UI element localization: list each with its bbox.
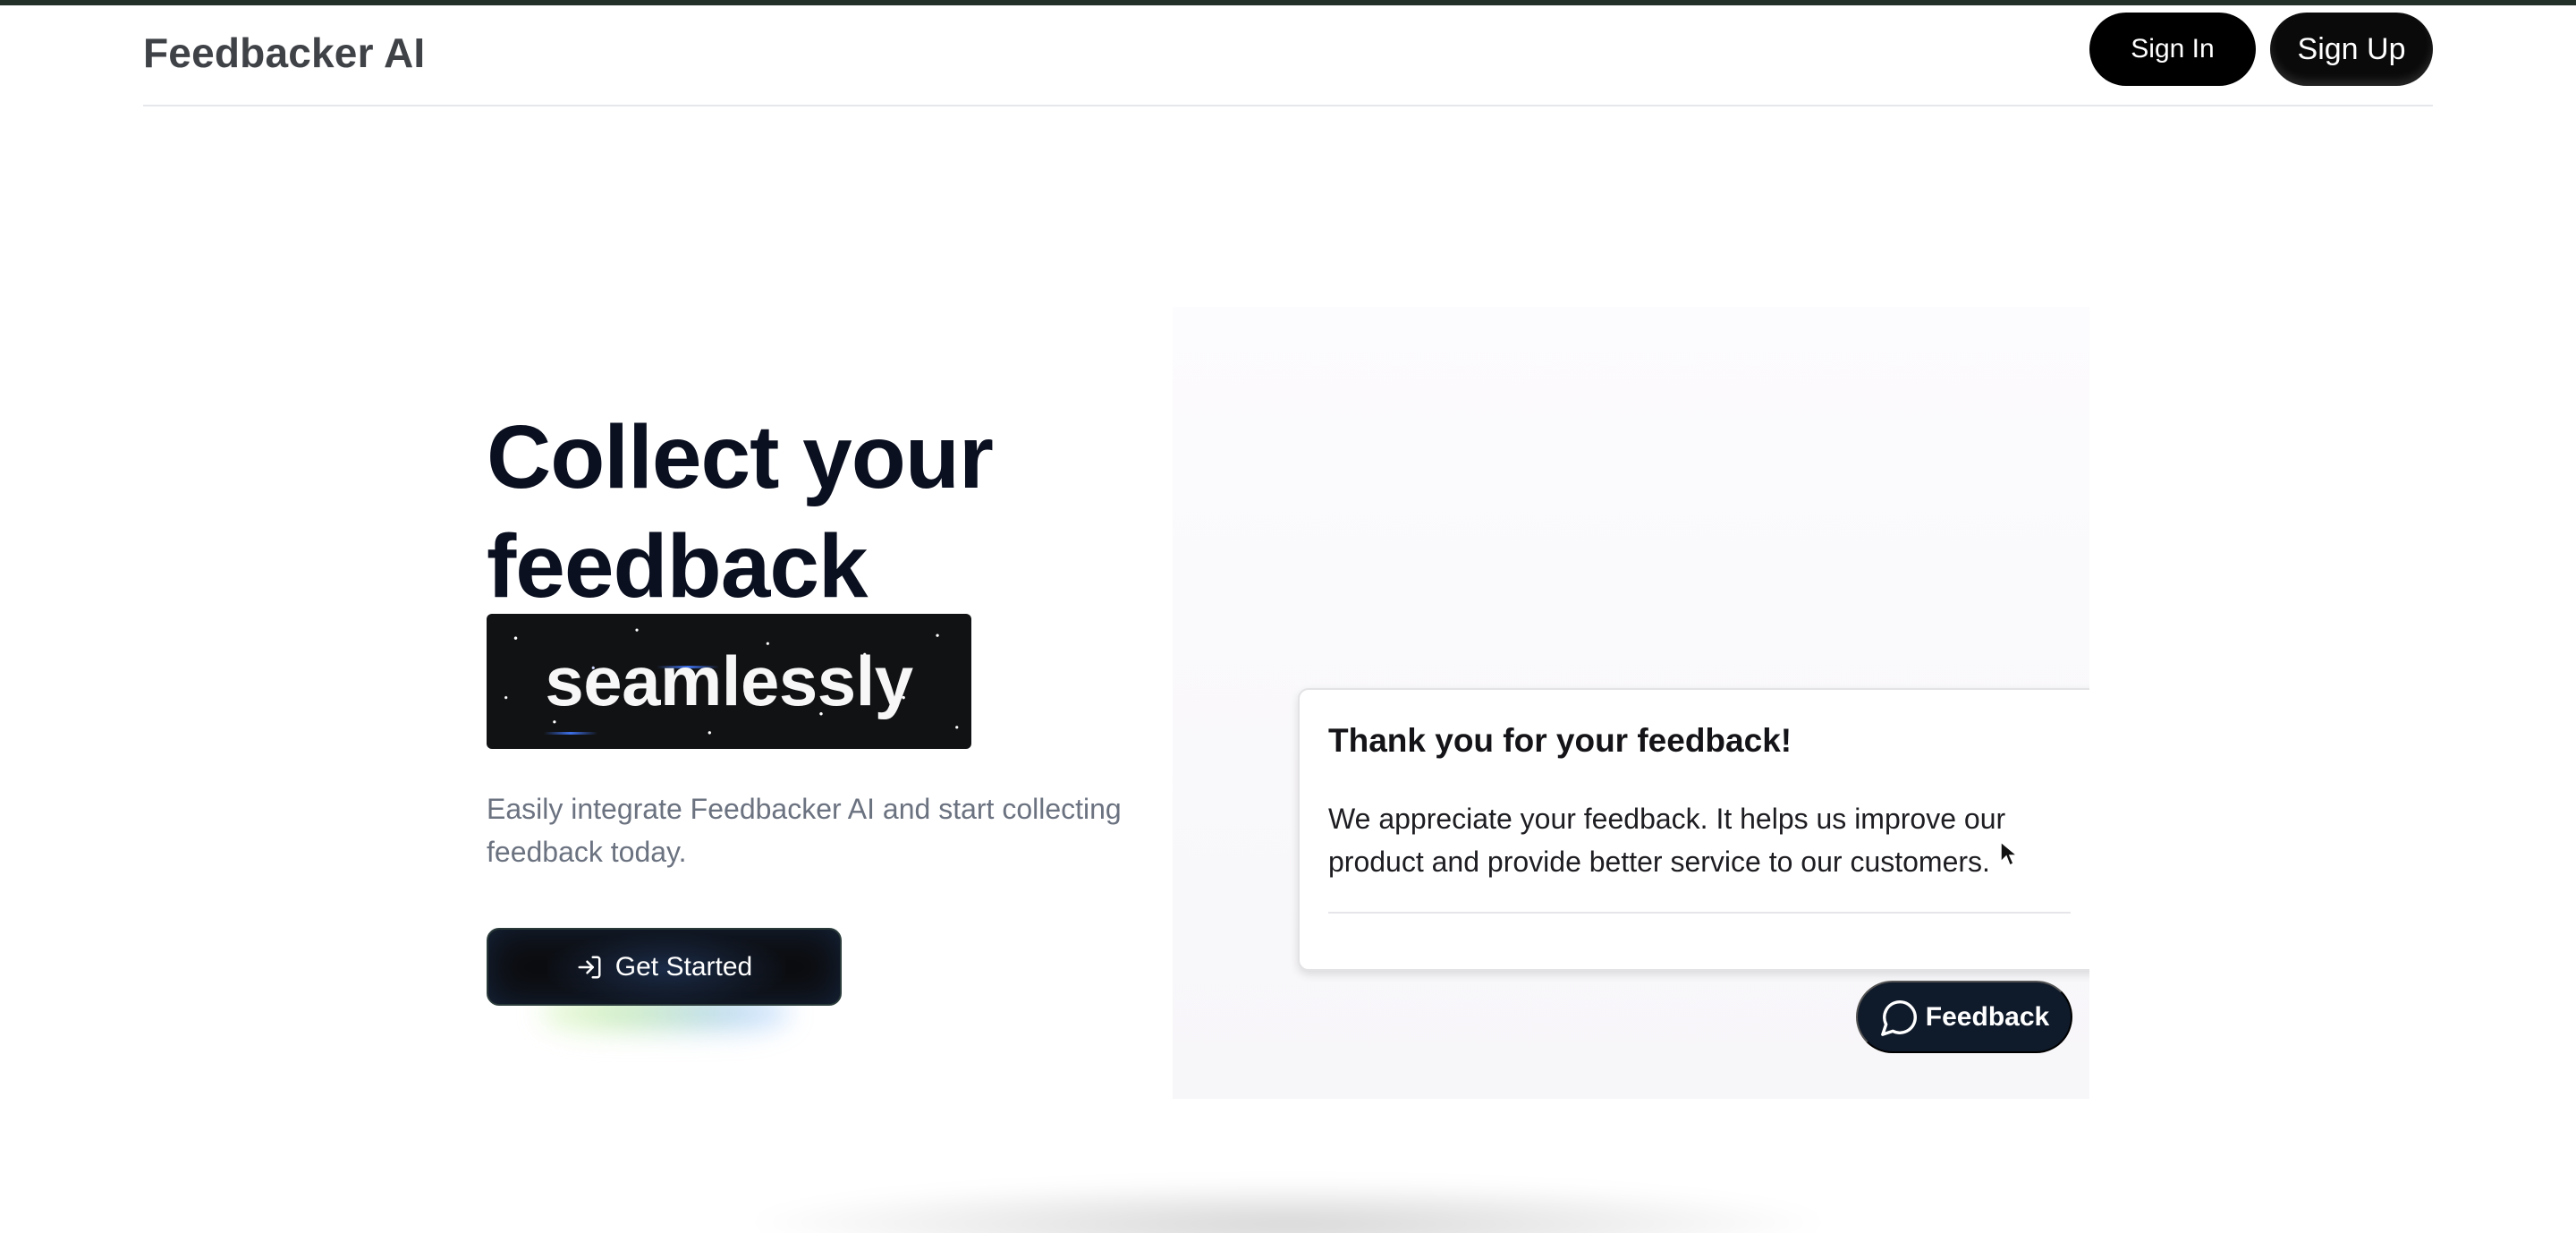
headline-line-1: Collect your — [487, 407, 994, 507]
get-started-label: Get Started — [614, 951, 753, 982]
headline-line-2: feedback — [487, 516, 869, 616]
confirmation-message: We appreciate your feedback. It helps us… — [1328, 803, 2006, 878]
get-started-button[interactable]: Get Started — [487, 928, 842, 1006]
highlight-word: seamlessly — [545, 642, 913, 720]
brand-logo-text[interactable]: Feedbacker AI — [143, 29, 425, 77]
card-divider — [1328, 912, 2071, 914]
highlight-word-box: seamlessly — [487, 614, 971, 749]
sign-up-button[interactable]: Sign Up — [2270, 13, 2433, 86]
speech-bubble-icon — [1880, 999, 1917, 1036]
confirmation-title: Thank you for your feedback! — [1328, 722, 1792, 759]
hero-headline: Collect your feedback — [487, 403, 1184, 621]
mouse-cursor-icon — [2000, 840, 2019, 867]
hero-heading: Collect your feedback — [487, 403, 1184, 621]
sign-in-button[interactable]: Sign In — [2089, 13, 2256, 86]
widget-preview: Thank you for your feedback! We apprecia… — [1173, 307, 2089, 1099]
feedback-launcher-button[interactable]: Feedback — [1856, 981, 2072, 1053]
feedback-launcher-label: Feedback — [1925, 1001, 2050, 1032]
section-bottom-shadow — [733, 1181, 1843, 1233]
sign-in-arrow-icon — [578, 956, 601, 978]
hero-subtitle: Easily integrate Feedbacker AI and start… — [487, 793, 1122, 868]
feedback-confirmation-card: Thank you for your feedback! We apprecia… — [1298, 688, 2089, 971]
get-started-wrapper: Get Started — [487, 928, 842, 1044]
nav-actions: Sign In Sign Up — [2089, 13, 2433, 86]
